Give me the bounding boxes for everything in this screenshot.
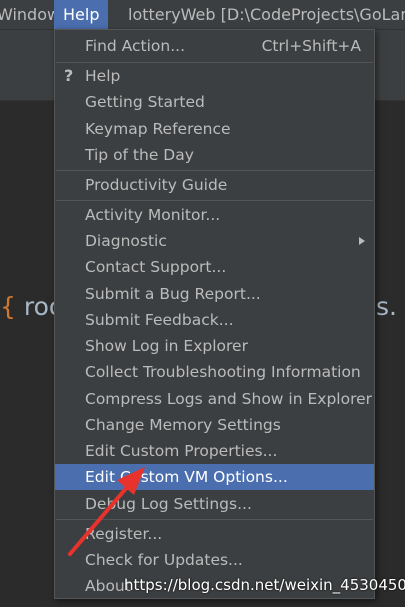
getting-started-label: Getting Started <box>85 93 205 111</box>
submit-bug-report-label: Submit a Bug Report... <box>85 285 261 303</box>
collect-troubleshooting-label: Collect Troubleshooting Information <box>85 363 361 381</box>
menu-item-tip-of-the-day[interactable]: Tip of the Day <box>55 142 374 168</box>
diagnostic-label: Diagnostic <box>85 232 167 250</box>
editor-text-right: s. <box>376 292 397 321</box>
question-mark-icon: ? <box>64 66 74 85</box>
menu-item-diagnostic[interactable]: Diagnostic <box>55 228 374 254</box>
edit-custom-vm-options-label: Edit Custom VM Options... <box>85 468 288 486</box>
menu-help[interactable]: Help <box>54 0 109 29</box>
menu-item-contact-support[interactable]: Contact Support... <box>55 254 374 280</box>
window-title: lotteryWeb [D:\CodeProjects\GoLand <box>128 5 405 24</box>
submenu-arrow-icon <box>359 237 365 245</box>
check-updates-label: Check for Updates... <box>85 551 243 569</box>
menu-item-productivity-guide[interactable]: Productivity Guide <box>55 172 374 198</box>
menu-item-activity-monitor[interactable]: Activity Monitor... <box>55 202 374 228</box>
menu-item-edit-custom-properties[interactable]: Edit Custom Properties... <box>55 438 374 464</box>
edit-custom-properties-label: Edit Custom Properties... <box>85 442 278 460</box>
productivity-guide-label: Productivity Guide <box>85 176 228 194</box>
submit-feedback-label: Submit Feedback... <box>85 311 234 329</box>
keymap-reference-label: Keymap Reference <box>85 120 231 138</box>
menu-window[interactable]: Window <box>0 0 60 29</box>
menu-item-show-log[interactable]: Show Log in Explorer <box>55 333 374 359</box>
menu-bar: Window Help lotteryWeb [D:\CodeProjects\… <box>0 0 405 30</box>
help-menu-dropdown: Find Action... Ctrl+Shift+A ? Help Getti… <box>54 29 375 599</box>
editor-brace: { <box>0 292 16 321</box>
menu-item-submit-feedback[interactable]: Submit Feedback... <box>55 307 374 333</box>
contact-support-label: Contact Support... <box>85 258 227 276</box>
compress-logs-label: Compress Logs and Show in Explorer <box>85 390 373 408</box>
change-memory-label: Change Memory Settings <box>85 416 281 434</box>
menu-item-debug-log-settings[interactable]: Debug Log Settings... <box>55 491 374 517</box>
find-action-shortcut: Ctrl+Shift+A <box>261 37 361 55</box>
register-label: Register... <box>85 525 163 543</box>
help-label: Help <box>85 67 121 85</box>
menu-item-edit-custom-vm-options[interactable]: Edit Custom VM Options... <box>55 464 374 490</box>
menu-item-check-updates[interactable]: Check for Updates... <box>55 547 374 573</box>
menu-item-find-action[interactable]: Find Action... Ctrl+Shift+A <box>55 33 374 59</box>
show-log-label: Show Log in Explorer <box>85 337 248 355</box>
menu-separator <box>56 200 373 201</box>
find-action-label: Find Action... <box>85 37 186 55</box>
menu-separator <box>56 519 373 520</box>
watermark-url: https://blog.csdn.net/weixin_45304503 <box>124 576 405 594</box>
menu-item-collect-troubleshooting[interactable]: Collect Troubleshooting Information <box>55 359 374 385</box>
menu-item-change-memory[interactable]: Change Memory Settings <box>55 412 374 438</box>
menu-item-register[interactable]: Register... <box>55 521 374 547</box>
tip-of-the-day-label: Tip of the Day <box>85 146 194 164</box>
menu-item-help[interactable]: ? Help <box>55 63 374 89</box>
menu-separator <box>56 170 373 171</box>
debug-log-settings-label: Debug Log Settings... <box>85 495 252 513</box>
activity-monitor-label: Activity Monitor... <box>85 206 221 224</box>
menu-item-compress-logs[interactable]: Compress Logs and Show in Explorer <box>55 386 374 412</box>
menu-item-getting-started[interactable]: Getting Started <box>55 89 374 115</box>
menu-item-submit-bug-report[interactable]: Submit a Bug Report... <box>55 281 374 307</box>
menu-item-keymap-reference[interactable]: Keymap Reference <box>55 116 374 142</box>
